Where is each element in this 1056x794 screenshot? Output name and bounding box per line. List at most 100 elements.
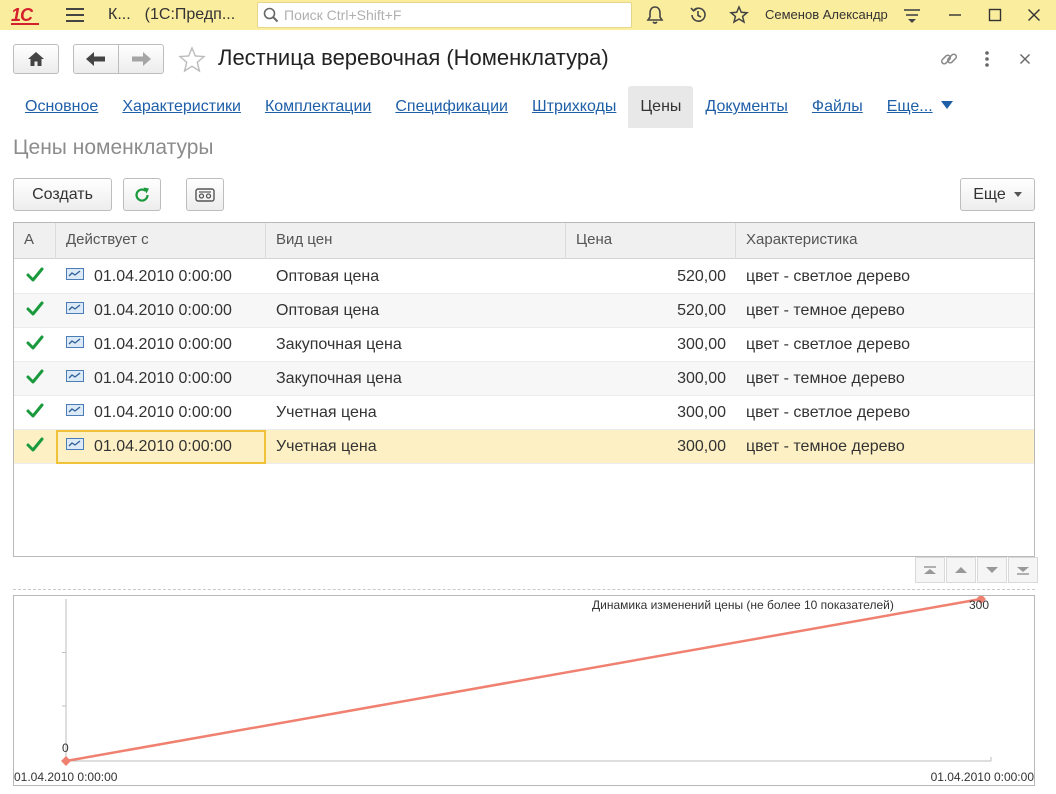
- cell-date-text: 01.04.2010 0:00:00: [94, 438, 232, 455]
- column-header-characteristic[interactable]: Характеристика: [736, 223, 1034, 259]
- favorite-star-icon[interactable]: [177, 45, 207, 75]
- tab-more[interactable]: Еще...: [875, 86, 965, 128]
- tape-icon: [195, 187, 215, 202]
- bell-icon[interactable]: [644, 4, 666, 26]
- column-header-active[interactable]: А: [14, 223, 56, 259]
- cell-price-type[interactable]: Закупочная цена: [276, 362, 566, 396]
- cell-price[interactable]: 300,00: [566, 430, 726, 464]
- cell-price[interactable]: 300,00: [566, 362, 726, 396]
- tab-main[interactable]: Основное: [13, 86, 110, 128]
- scroll-down-icon: [986, 567, 998, 573]
- cell-characteristic[interactable]: цвет - темное дерево: [746, 294, 1034, 328]
- cell-price[interactable]: 300,00: [566, 328, 726, 362]
- refresh-button[interactable]: [123, 178, 161, 211]
- more-actions-label: Еще: [973, 185, 1006, 203]
- cell-date-text: 01.04.2010 0:00:00: [94, 268, 232, 285]
- history-icon[interactable]: [687, 4, 709, 26]
- cell-price[interactable]: 520,00: [566, 294, 726, 328]
- table-row[interactable]: 01.04.2010 0:00:00 Оптовая цена 520,00 цвет…: [14, 260, 1034, 294]
- tab-kits[interactable]: Комплектации: [253, 86, 383, 128]
- data-point: [61, 756, 71, 766]
- home-button[interactable]: [13, 44, 59, 74]
- cell-date[interactable]: 01.04.2010 0:00:00: [56, 294, 266, 328]
- cell-price-type[interactable]: Учетная цена: [276, 430, 566, 464]
- minimize-icon[interactable]: [943, 4, 967, 26]
- cell-characteristic[interactable]: цвет - темное дерево: [746, 362, 1034, 396]
- section-title: Цены номенклатуры: [13, 136, 214, 159]
- create-button[interactable]: Создать: [13, 178, 112, 211]
- chevron-down-icon: [1013, 192, 1022, 197]
- x-tick-label-end: 01.04.2010 0:00:00: [930, 770, 1034, 784]
- scroll-top-icon: [924, 565, 936, 574]
- cell-date[interactable]: 01.04.2010 0:00:00: [56, 362, 266, 396]
- cell-price-type[interactable]: Оптовая цена: [276, 294, 566, 328]
- tab-specifications[interactable]: Спецификации: [383, 86, 520, 128]
- scroll-bottom-icon: [1017, 566, 1029, 575]
- tab-more-label: Еще...: [886, 98, 933, 115]
- splitter[interactable]: [13, 589, 1035, 590]
- table-row[interactable]: 01.04.2010 0:00:00 Учетная цена 300,00 цвет…: [14, 430, 1034, 464]
- print-button[interactable]: [186, 178, 224, 211]
- search-box: [257, 2, 632, 28]
- cell-price-type[interactable]: Учетная цена: [276, 396, 566, 430]
- active-check-icon: [26, 267, 44, 286]
- close-icon[interactable]: [1022, 4, 1046, 26]
- table-scroll-buttons: [914, 557, 1038, 583]
- cell-price-type[interactable]: Закупочная цена: [276, 328, 566, 362]
- cell-price-type[interactable]: Оптовая цена: [276, 260, 566, 294]
- more-vertical-icon[interactable]: [975, 47, 999, 71]
- tab-files[interactable]: Файлы: [800, 86, 875, 128]
- app-title: К... (1С:Предп...: [108, 6, 235, 24]
- record-icon: [66, 327, 84, 360]
- x-tick-label-start: 01.04.2010 0:00:00: [14, 770, 118, 784]
- tab-documents[interactable]: Документы: [693, 86, 799, 128]
- column-header-date[interactable]: Действует с: [56, 223, 266, 259]
- dropdown-arrow-icon: [940, 101, 953, 109]
- cell-date[interactable]: 01.04.2010 0:00:00: [56, 396, 266, 430]
- arrow-left-icon: [86, 52, 105, 66]
- settings-icon[interactable]: [901, 4, 923, 26]
- cell-date-text: 01.04.2010 0:00:00: [94, 370, 232, 387]
- scroll-top-button[interactable]: [915, 557, 945, 583]
- record-icon: [66, 361, 84, 394]
- forward-button[interactable]: [118, 44, 164, 74]
- star-icon[interactable]: [728, 4, 750, 26]
- link-icon[interactable]: [937, 47, 961, 71]
- form-title: Лестница веревочная (Номенклатура): [218, 45, 609, 70]
- prices-table: А Действует с Вид цен Цена Характеристик…: [13, 222, 1035, 557]
- table-row[interactable]: 01.04.2010 0:00:00 Учетная цена 300,00 цвет…: [14, 396, 1034, 430]
- cell-characteristic[interactable]: цвет - светлое дерево: [746, 328, 1034, 362]
- cell-date-text: 01.04.2010 0:00:00: [94, 336, 232, 353]
- cell-price[interactable]: 520,00: [566, 260, 726, 294]
- record-icon: [66, 395, 84, 428]
- menu-icon[interactable]: [66, 8, 84, 22]
- table-row[interactable]: 01.04.2010 0:00:00 Закупочная цена 300,00 ц…: [14, 328, 1034, 362]
- scroll-bottom-button[interactable]: [1008, 557, 1038, 583]
- cell-date[interactable]: 01.04.2010 0:00:00: [56, 328, 266, 362]
- cell-characteristic[interactable]: цвет - темное дерево: [746, 430, 1034, 464]
- more-actions-button[interactable]: Еще: [960, 178, 1035, 211]
- cell-price[interactable]: 300,00: [566, 396, 726, 430]
- y-tick-label-max: 300: [969, 598, 990, 612]
- app-title-part2: (1С:Предп...: [144, 6, 236, 23]
- cell-date[interactable]: 01.04.2010 0:00:00: [56, 430, 266, 464]
- cell-characteristic[interactable]: цвет - светлое дерево: [746, 260, 1034, 294]
- active-check-icon: [26, 403, 44, 422]
- table-row[interactable]: 01.04.2010 0:00:00 Оптовая цена 520,00 цвет…: [14, 294, 1034, 328]
- tab-characteristics[interactable]: Характеристики: [110, 86, 253, 128]
- cell-characteristic[interactable]: цвет - светлое дерево: [746, 396, 1034, 430]
- tab-prices[interactable]: Цены: [628, 86, 694, 128]
- scroll-up-button[interactable]: [946, 557, 976, 583]
- cell-date[interactable]: 01.04.2010 0:00:00: [56, 260, 266, 294]
- back-button[interactable]: [73, 44, 119, 74]
- form-close-icon[interactable]: [1013, 47, 1037, 71]
- column-header-price-type[interactable]: Вид цен: [266, 223, 566, 259]
- maximize-icon[interactable]: [983, 4, 1007, 26]
- table-row[interactable]: 01.04.2010 0:00:00 Закупочная цена 300,00 ц…: [14, 362, 1034, 396]
- record-icon: [66, 259, 84, 292]
- scroll-down-button[interactable]: [977, 557, 1007, 583]
- tab-barcodes[interactable]: Штрихкоды: [520, 86, 628, 128]
- column-header-price[interactable]: Цена: [566, 223, 736, 259]
- search-input[interactable]: [284, 4, 624, 26]
- current-user[interactable]: Семенов Александр: [765, 7, 888, 22]
